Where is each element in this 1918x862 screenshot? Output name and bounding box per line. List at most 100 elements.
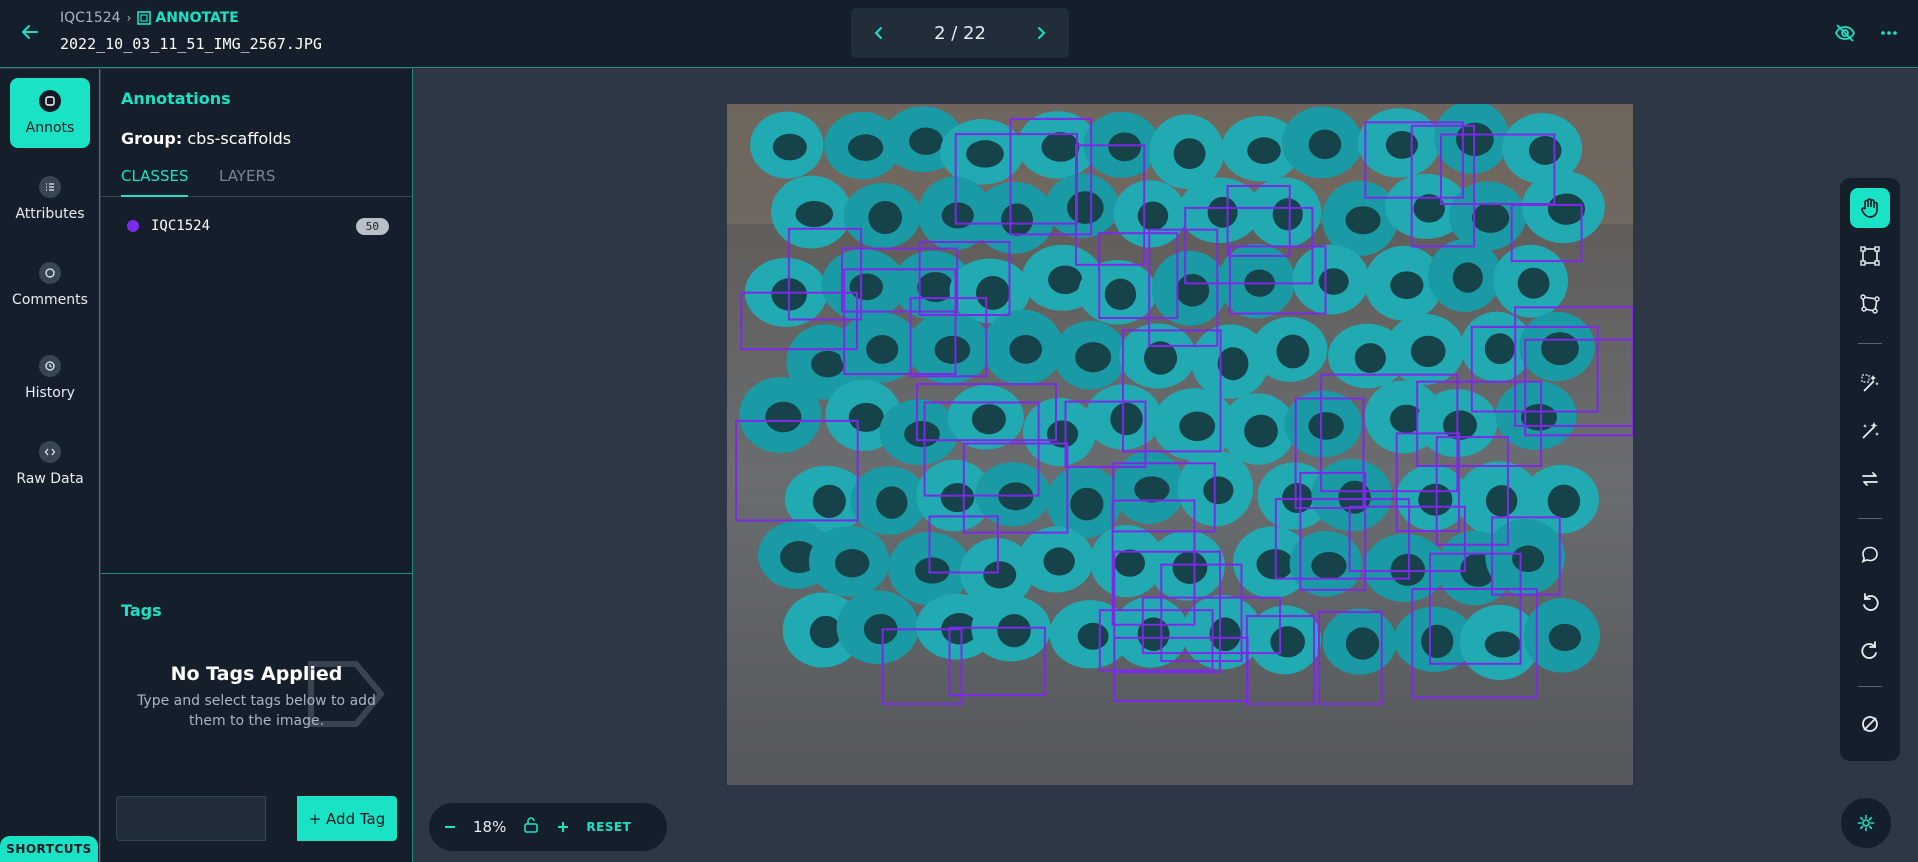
pipe-end: [1519, 311, 1595, 382]
rail-item-label: Raw Data: [16, 471, 84, 487]
rail-item-annots[interactable]: Annots: [10, 78, 90, 148]
pipe-end: [838, 311, 920, 383]
prev-image-button[interactable]: [869, 21, 889, 45]
pipe-end: [1045, 173, 1119, 238]
magic-wand-icon[interactable]: [1850, 411, 1890, 451]
pipe-end: [1248, 177, 1322, 248]
rail-item-label: Annots: [25, 120, 75, 136]
class-row[interactable]: IQC1524 50: [121, 214, 389, 238]
pipe-end: [1178, 177, 1261, 244]
pipe-end: [1357, 108, 1440, 178]
bounding-box-icon[interactable]: [1850, 236, 1890, 276]
back-arrow-icon[interactable]: [18, 20, 42, 44]
pipe-end: [1220, 393, 1296, 465]
undo-icon[interactable]: [1850, 582, 1890, 622]
shortcuts-button[interactable]: SHORTCUTS: [0, 836, 98, 862]
no-tags-description: Type and select tags below to add them t…: [137, 693, 376, 729]
pipe-end: [1119, 323, 1196, 389]
rail-item-label: Attributes: [15, 206, 85, 222]
tag-input[interactable]: [116, 796, 266, 841]
annotated-image[interactable]: [727, 104, 1633, 785]
next-image-button[interactable]: [1031, 21, 1051, 45]
group-value: cbs-scaffolds: [187, 129, 292, 148]
pipe-end: [1522, 171, 1605, 244]
zoom-lock-icon[interactable]: [522, 815, 540, 839]
swap-icon[interactable]: [1850, 459, 1890, 499]
comment-icon[interactable]: [1850, 534, 1890, 574]
file-name: 2022_10_03_11_51_IMG_2567.JPG: [60, 35, 322, 53]
left-nav-rail: Annots Attributes Comments History Raw D…: [0, 69, 100, 862]
more-options-icon[interactable]: [1878, 22, 1900, 44]
pipe-end: [1252, 317, 1328, 382]
tags-title: Tags: [121, 601, 162, 620]
pipe-end: [1434, 104, 1510, 174]
pipe-end: [1311, 458, 1392, 532]
pipe-end: [739, 377, 822, 454]
tab-classes[interactable]: CLASSES: [121, 167, 189, 197]
tool-divider: [1858, 343, 1882, 344]
pan-hand-icon[interactable]: [1850, 188, 1890, 228]
pipe-end: [1485, 518, 1565, 595]
pipe-end: [808, 525, 890, 597]
comment-icon: [39, 262, 61, 284]
pipe-end: [1523, 598, 1600, 673]
pipe-end: [1281, 106, 1363, 179]
class-name: IQC1524: [151, 218, 211, 234]
group-label: Group:: [121, 129, 183, 148]
pipe-end: [982, 309, 1063, 386]
pipe-end: [1428, 239, 1502, 312]
pipe-end: [1149, 114, 1225, 189]
image-pager: 2 / 22: [851, 8, 1069, 58]
zoom-out-button[interactable]: [443, 815, 457, 839]
mode-label: ANNOTATE: [155, 10, 239, 26]
pipe-end: [1292, 244, 1370, 315]
settings-gear-icon[interactable]: [1841, 798, 1891, 848]
polygon-icon[interactable]: [1850, 284, 1890, 324]
tags-divider: [101, 573, 412, 574]
rail-item-history[interactable]: History: [10, 343, 90, 413]
pipe-end: [850, 466, 928, 535]
pipe-end: [836, 590, 919, 664]
pipe-end: [1112, 450, 1185, 524]
code-icon: [39, 441, 61, 463]
add-tag-button[interactable]: + Add Tag: [297, 796, 397, 841]
no-tags-title: No Tags Applied: [170, 663, 343, 685]
chevron-right-icon: ›: [126, 11, 132, 25]
image-counter: 2 / 22: [934, 22, 986, 44]
clear-icon[interactable]: [1850, 704, 1890, 744]
rail-item-label: Comments: [12, 292, 88, 308]
pipe-end: [1112, 596, 1189, 668]
rail-item-raw-data[interactable]: Raw Data: [10, 429, 90, 499]
annotations-panel: Annotations Group: cbs-scaffolds CLASSES…: [101, 69, 413, 862]
pipe-end: [1023, 397, 1097, 467]
annotate-icon: [137, 11, 152, 25]
pipe-end: [771, 175, 852, 249]
reset-zoom-button[interactable]: RESET: [586, 820, 631, 834]
rail-item-attributes[interactable]: Attributes: [10, 164, 90, 234]
tab-layers[interactable]: LAYERS: [219, 167, 275, 197]
pipe-end: [907, 312, 991, 384]
history-icon: [39, 355, 61, 377]
annotation-icon: [39, 90, 61, 112]
rail-item-label: History: [25, 385, 75, 401]
pipe-end: [1363, 533, 1447, 602]
redo-icon[interactable]: [1850, 630, 1890, 670]
pipe-end: [843, 183, 921, 249]
tool-divider: [1858, 518, 1882, 519]
hide-eye-icon[interactable]: [1834, 22, 1856, 44]
pipe-end: [1053, 320, 1127, 390]
zoom-level: 18%: [473, 818, 507, 836]
rail-item-comments[interactable]: Comments: [10, 250, 90, 320]
auto-annotate-icon[interactable]: [1850, 363, 1890, 403]
zoom-in-button[interactable]: [556, 815, 570, 839]
breadcrumb: IQC1524 › ANNOTATE: [60, 10, 239, 26]
pipe-end: [1322, 608, 1397, 675]
breadcrumb-project[interactable]: IQC1524: [60, 10, 121, 26]
pipe-end: [750, 111, 824, 179]
class-color-dot: [127, 220, 139, 232]
pipe-end: [879, 399, 959, 465]
top-right-actions: [1834, 22, 1900, 44]
pipe-end: [1078, 260, 1157, 325]
pipe-end: [1151, 250, 1228, 326]
tool-divider: [1858, 686, 1882, 687]
